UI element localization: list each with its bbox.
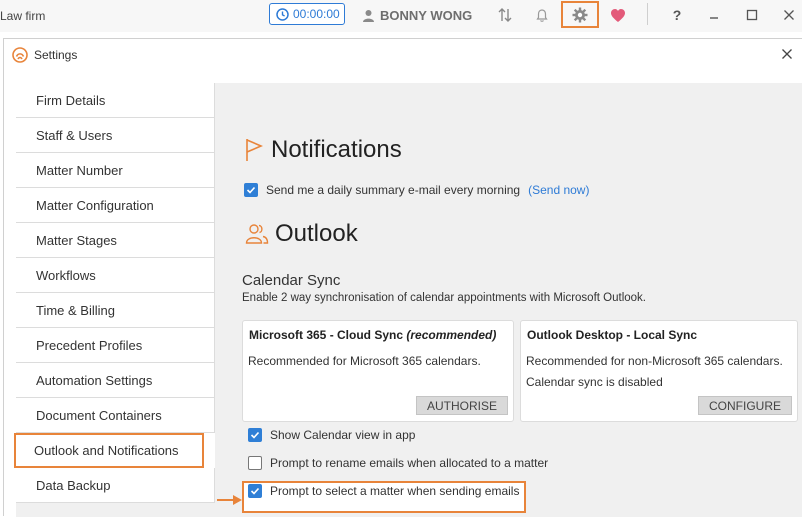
settings-sidebar: Firm Details Staff & Users Matter Number…	[14, 83, 215, 503]
help-button[interactable]: ?	[667, 5, 687, 25]
daily-summary-label: Send me a daily summary e-mail every mor…	[266, 183, 521, 197]
sidebar-item-precedent-profiles[interactable]: Precedent Profiles	[16, 328, 215, 363]
timer-button[interactable]: 00:00:00	[269, 3, 345, 25]
rename-emails-option[interactable]: Prompt to rename emails when allocated t…	[248, 456, 548, 470]
daily-summary-checkbox[interactable]	[244, 183, 258, 197]
sidebar-item-time-billing[interactable]: Time & Billing	[16, 293, 215, 328]
sidebar-item-firm-details[interactable]: Firm Details	[16, 83, 215, 118]
dialog-body: Firm Details Staff & Users Matter Number…	[14, 83, 802, 517]
app-logo-icon	[12, 47, 28, 63]
user-name: BONNY WONG	[380, 8, 473, 23]
timer-value: 00:00:00	[293, 7, 340, 21]
heart-icon[interactable]	[609, 6, 627, 24]
card-description: Recommended for non-Microsoft 365 calend…	[526, 354, 783, 368]
calendar-view-option[interactable]: Show Calendar view in app	[248, 428, 415, 442]
dialog-close-button[interactable]	[778, 45, 796, 63]
sidebar-item-matter-number[interactable]: Matter Number	[16, 153, 215, 188]
maximize-button[interactable]	[742, 5, 762, 25]
sidebar-item-workflows[interactable]: Workflows	[16, 258, 215, 293]
cloud-sync-card: Microsoft 365 - Cloud Sync (recommended)…	[242, 320, 514, 422]
notifications-heading: Notifications	[245, 136, 402, 164]
top-bar: Law firm 00:00:00 BONNY WONG ?	[0, 0, 802, 32]
card-description: Recommended for Microsoft 365 calendars.	[248, 354, 481, 368]
gear-icon	[572, 7, 588, 23]
toolbar-divider	[647, 3, 648, 25]
flag-icon	[245, 138, 263, 162]
user-menu[interactable]: BONNY WONG	[362, 8, 472, 23]
window-close-button[interactable]	[779, 5, 799, 25]
pointer-arrow-icon	[217, 495, 242, 505]
sidebar-item-label: Staff & Users	[36, 127, 113, 143]
minimize-button[interactable]	[704, 5, 724, 25]
sidebar-item-label: Automation Settings	[36, 372, 153, 388]
card-title: Outlook Desktop - Local Sync	[527, 328, 698, 342]
sidebar-item-staff-users[interactable]: Staff & Users	[16, 118, 215, 153]
sidebar-item-data-backup[interactable]: Data Backup	[16, 468, 215, 503]
outlook-heading: Outlook	[245, 220, 358, 248]
clock-icon	[276, 7, 289, 21]
app-name: Law firm	[0, 9, 46, 23]
calendar-view-label: Show Calendar view in app	[270, 428, 416, 442]
sidebar-item-label: Precedent Profiles	[36, 337, 143, 353]
sidebar-item-label: Matter Number	[36, 162, 123, 178]
sidebar-item-label: Matter Configuration	[36, 197, 154, 213]
sidebar-item-document-containers[interactable]: Document Containers	[16, 398, 215, 433]
sync-icon[interactable]	[496, 6, 514, 24]
settings-dialog: Settings Firm Details Staff & Users Matt…	[3, 38, 802, 517]
send-now-link[interactable]: (Send now)	[528, 183, 589, 197]
notifications-title: Notifications	[271, 136, 402, 163]
calendar-sync-heading: Calendar Sync	[242, 272, 341, 289]
daily-summary-option[interactable]: Send me a daily summary e-mail every mor…	[244, 183, 589, 197]
local-sync-card: Outlook Desktop - Local Sync Recommended…	[520, 320, 798, 422]
card-status: Calendar sync is disabled	[526, 375, 663, 389]
sidebar-item-outlook-notifications[interactable]: Outlook and Notifications	[14, 433, 204, 468]
sidebar-item-label: Time & Billing	[36, 302, 115, 318]
card-title-emphasis: (recommended)	[406, 328, 497, 342]
dialog-titlebar: Settings	[12, 47, 77, 63]
calendar-view-checkbox[interactable]	[248, 428, 262, 442]
settings-button[interactable]	[561, 1, 599, 28]
sidebar-item-label: Firm Details	[36, 92, 106, 108]
sidebar-item-label: Data Backup	[36, 477, 111, 493]
outlook-title: Outlook	[275, 220, 358, 247]
card-title-text: Microsoft 365 - Cloud Sync	[249, 328, 407, 342]
authorise-button[interactable]: AUTHORISE	[415, 396, 508, 415]
sidebar-item-matter-configuration[interactable]: Matter Configuration	[16, 188, 215, 223]
select-matter-label: Prompt to select a matter when sending e…	[270, 484, 520, 498]
sidebar-item-label: Matter Stages	[36, 232, 117, 248]
select-matter-option[interactable]: Prompt to select a matter when sending e…	[248, 484, 519, 498]
sidebar-item-automation-settings[interactable]: Automation Settings	[16, 363, 215, 398]
sidebar-item-matter-stages[interactable]: Matter Stages	[16, 223, 215, 258]
sidebar-item-label: Outlook and Notifications	[34, 443, 179, 458]
sidebar-item-label: Document Containers	[36, 407, 162, 423]
rename-emails-checkbox[interactable]	[248, 456, 262, 470]
calendar-sync-description: Enable 2 way synchronisation of calendar…	[242, 292, 646, 304]
configure-button[interactable]: CONFIGURE	[698, 396, 792, 415]
bell-icon[interactable]	[533, 6, 551, 24]
select-matter-checkbox[interactable]	[248, 484, 262, 498]
card-title: Microsoft 365 - Cloud Sync (recommended)	[249, 328, 496, 342]
sidebar-item-label: Workflows	[36, 267, 96, 283]
user-icon	[362, 9, 375, 22]
users-icon	[245, 223, 269, 245]
rename-emails-label: Prompt to rename emails when allocated t…	[270, 456, 549, 470]
dialog-title: Settings	[34, 48, 78, 62]
